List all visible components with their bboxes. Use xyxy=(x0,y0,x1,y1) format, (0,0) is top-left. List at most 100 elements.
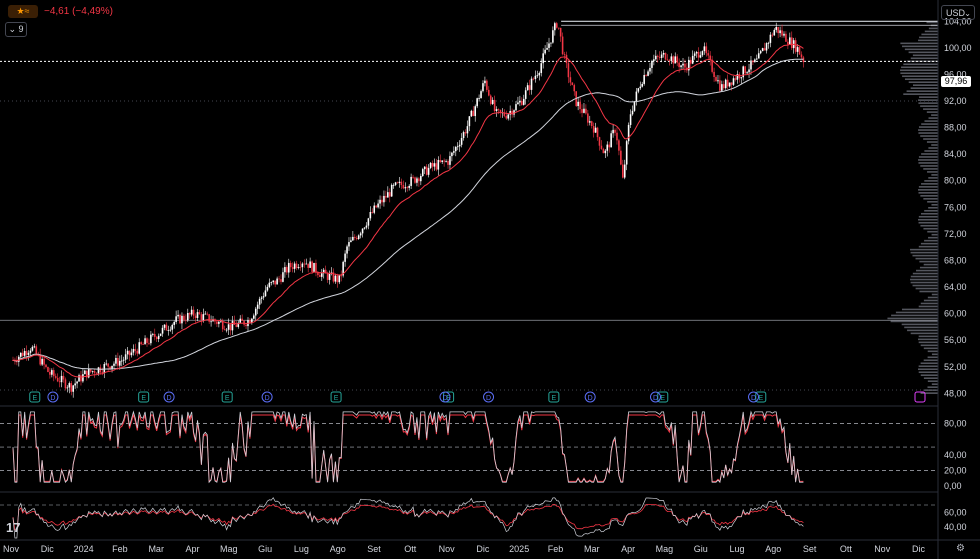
candle xyxy=(421,169,424,177)
candle xyxy=(596,127,599,138)
candle xyxy=(707,53,710,56)
candle xyxy=(489,95,492,104)
candle xyxy=(159,333,162,336)
candle xyxy=(43,358,45,365)
candle xyxy=(429,162,432,168)
tradingview-logo-icon[interactable]: 17 xyxy=(6,520,30,535)
candle xyxy=(235,324,238,327)
candle xyxy=(744,66,746,74)
chart-canvas[interactable]: E E E E E E E ED D D D D D D D 0,0020,0040,0080,00 40,… xyxy=(0,0,980,559)
candle xyxy=(474,106,477,117)
candle xyxy=(565,54,568,64)
candle xyxy=(484,80,486,84)
candle xyxy=(93,370,96,374)
candle xyxy=(781,30,783,36)
candle xyxy=(618,140,620,151)
candle xyxy=(148,342,150,344)
candle xyxy=(303,263,306,265)
candle xyxy=(730,82,733,85)
candle xyxy=(765,43,768,51)
candle xyxy=(245,324,247,327)
svg-text:E: E xyxy=(334,395,339,402)
candle xyxy=(23,350,26,356)
candle xyxy=(260,297,263,299)
candle xyxy=(369,211,372,219)
interval-button[interactable]: ⌄ 9 xyxy=(5,22,27,37)
candle xyxy=(691,55,694,64)
candle xyxy=(637,88,640,92)
candle xyxy=(183,315,185,320)
svg-text:E: E xyxy=(32,395,37,402)
candle xyxy=(414,177,416,183)
price-tick-label: 48,00 xyxy=(944,388,967,398)
candle xyxy=(557,27,560,29)
candle xyxy=(423,166,426,170)
candle xyxy=(379,199,381,204)
gear-icon[interactable]: ⚙ xyxy=(956,543,965,554)
candle xyxy=(653,59,655,61)
candle xyxy=(552,30,554,43)
candle xyxy=(122,359,125,361)
candle xyxy=(773,29,776,36)
candle xyxy=(146,338,148,343)
candle xyxy=(680,65,682,68)
candle xyxy=(534,75,537,79)
candle xyxy=(517,102,519,105)
candle xyxy=(542,53,544,64)
price-tick-label: 52,00 xyxy=(944,362,967,372)
candle xyxy=(454,146,457,152)
candle xyxy=(19,352,22,357)
candle xyxy=(658,56,661,58)
candle xyxy=(486,80,488,90)
candle xyxy=(144,338,146,345)
candle xyxy=(488,89,490,96)
candle xyxy=(771,34,774,36)
candle xyxy=(779,30,781,34)
candle xyxy=(408,185,410,188)
time-tick-label: Ago xyxy=(330,544,346,554)
candle xyxy=(612,129,614,134)
candle xyxy=(588,121,591,123)
candle xyxy=(33,346,36,348)
candle xyxy=(789,37,791,45)
candle xyxy=(713,71,715,78)
candle xyxy=(157,335,160,340)
time-tick-label: Set xyxy=(367,544,381,554)
price-tick-label: 68,00 xyxy=(944,255,967,265)
candle xyxy=(548,43,550,48)
candle xyxy=(365,225,368,228)
candle xyxy=(152,333,154,335)
candle xyxy=(476,98,478,107)
currency-selector[interactable]: USD ⌄ xyxy=(941,5,975,20)
candle xyxy=(785,33,787,42)
candle xyxy=(328,273,331,280)
candle xyxy=(559,27,562,37)
price-tick-label: 100,00 xyxy=(944,43,972,53)
candle xyxy=(307,263,309,268)
candle xyxy=(519,100,521,103)
candle xyxy=(305,263,308,265)
candle xyxy=(406,187,409,189)
candle xyxy=(420,176,422,182)
candle xyxy=(577,101,579,107)
candle xyxy=(221,321,224,330)
svg-text:D: D xyxy=(265,395,270,402)
candle xyxy=(569,77,572,83)
candle xyxy=(78,375,80,382)
candle xyxy=(561,36,564,55)
time-tick-label: 2025 xyxy=(509,544,529,554)
candle xyxy=(177,314,179,317)
candle xyxy=(394,182,397,185)
candle xyxy=(377,203,379,208)
candle xyxy=(682,63,684,66)
candle xyxy=(598,137,601,146)
candle xyxy=(210,321,212,323)
current-price-tag: 97,96 xyxy=(941,76,971,87)
candle xyxy=(200,314,203,320)
candle xyxy=(140,342,142,345)
candle xyxy=(95,373,98,374)
candle xyxy=(620,150,622,165)
candle xyxy=(639,86,642,89)
candle xyxy=(274,280,276,285)
candle xyxy=(651,60,653,68)
